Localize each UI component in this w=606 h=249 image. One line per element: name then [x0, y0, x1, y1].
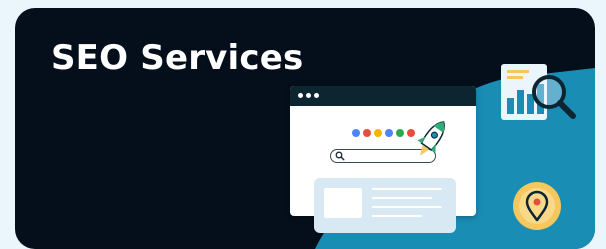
text-line: [372, 188, 442, 190]
content-card-illustration: [314, 178, 456, 233]
magnifier-icon: [335, 151, 345, 161]
logo-dot: [363, 129, 371, 137]
page-title: SEO Services: [51, 38, 304, 78]
text-line: [372, 206, 442, 208]
text-line: [372, 197, 432, 199]
logo-dot: [396, 129, 404, 137]
browser-title-bar: [290, 86, 476, 106]
text-line: [372, 215, 422, 217]
location-pin-icon: [513, 182, 561, 230]
logo-dot: [385, 129, 393, 137]
logo-dot: [374, 129, 382, 137]
window-dot: [298, 93, 303, 98]
seo-banner-card: SEO Services: [15, 8, 595, 249]
window-dot: [314, 93, 319, 98]
image-placeholder: [324, 188, 362, 218]
search-logo-dots: [352, 129, 415, 137]
logo-dot: [352, 129, 360, 137]
bar-chart-icon: [501, 64, 576, 120]
rocket-icon: [417, 121, 445, 156]
window-dot: [306, 93, 311, 98]
